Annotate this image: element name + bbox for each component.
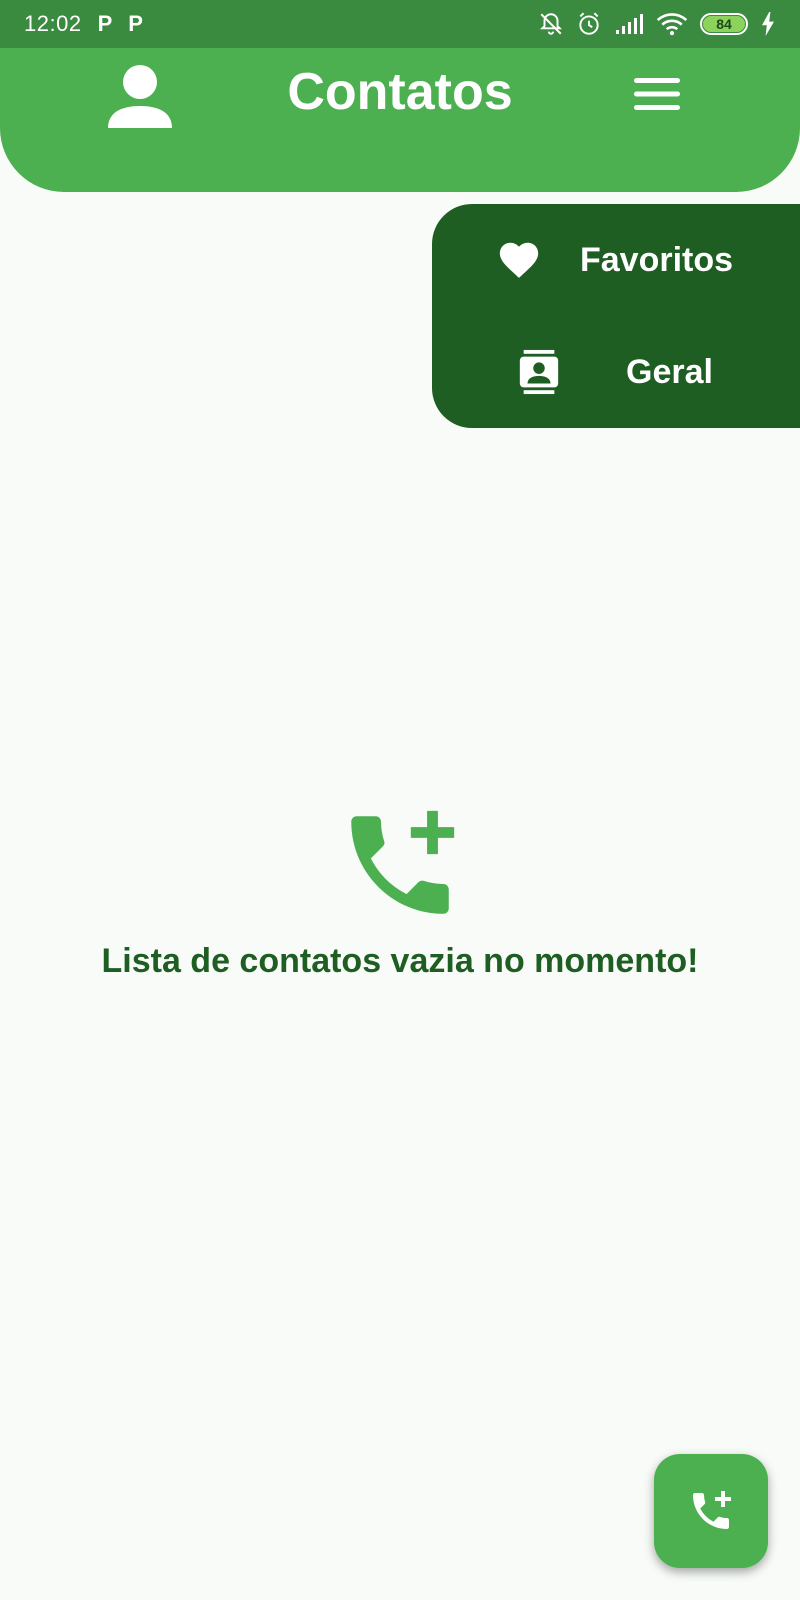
battery-level: 84 (703, 16, 745, 32)
charging-icon (762, 12, 774, 36)
menu-item-favoritos[interactable]: Favoritos (432, 210, 800, 310)
add-call-icon (351, 810, 455, 914)
status-bar: 12:02 P P 84 (0, 0, 800, 48)
signal-icon (616, 14, 643, 34)
heart-icon (499, 242, 539, 278)
dropdown-menu: Favoritos Geral (432, 204, 800, 428)
add-call-icon (693, 1491, 731, 1529)
menu-icon[interactable] (632, 74, 682, 114)
battery-icon: 84 (700, 13, 748, 35)
empty-message: Lista de contatos vazia no momento! (101, 942, 699, 980)
status-left: 12:02 P P (24, 11, 143, 37)
app-header: Contatos (0, 48, 800, 192)
empty-state: Lista de contatos vazia no momento! (0, 800, 800, 981)
contacts-icon (519, 349, 559, 395)
menu-item-label: Geral (626, 352, 713, 391)
notification-p-icon: P (97, 11, 113, 36)
status-time: 12:02 (24, 11, 82, 36)
battery-body: 84 (700, 13, 748, 35)
wifi-icon (656, 13, 688, 36)
alarm-icon (579, 12, 599, 35)
status-right: 84 (538, 11, 776, 37)
menu-item-geral[interactable]: Geral (432, 322, 800, 422)
mute-bell-icon (539, 13, 563, 35)
notification-p-icon: P (128, 11, 143, 36)
menu-item-label: Favoritos (580, 240, 734, 279)
add-contact-button[interactable] (654, 1454, 768, 1568)
